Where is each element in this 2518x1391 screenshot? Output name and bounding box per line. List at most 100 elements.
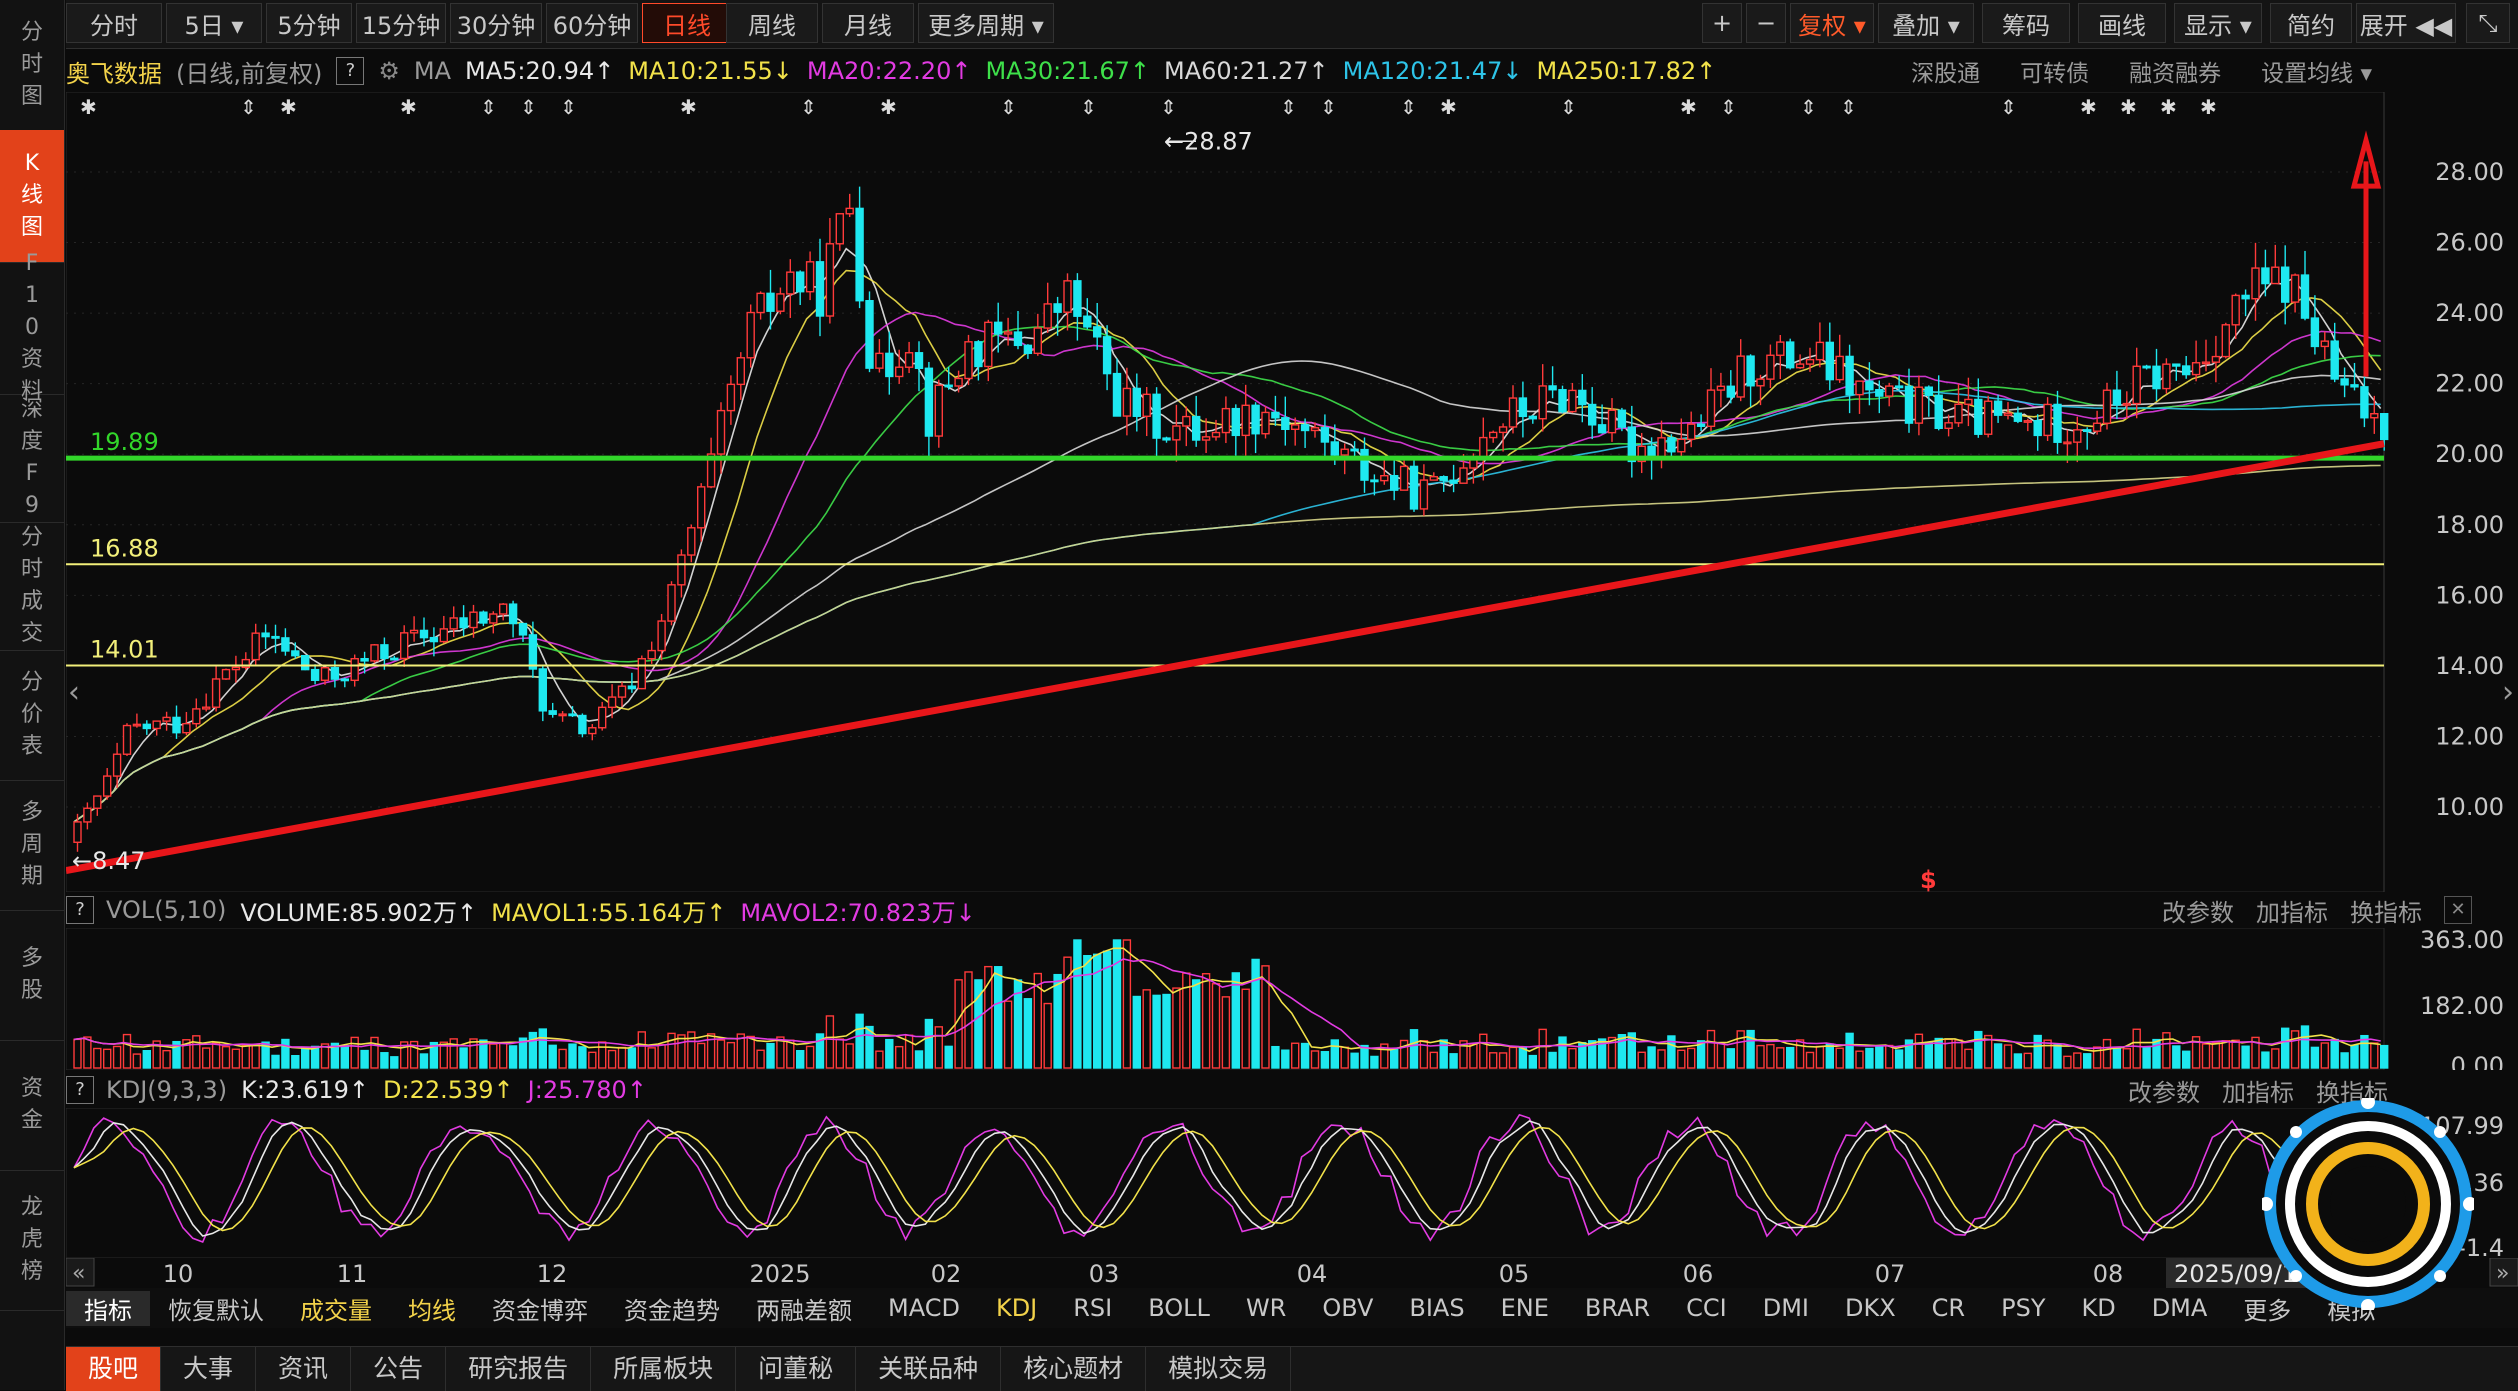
help-icon[interactable]: ? bbox=[336, 57, 365, 85]
indicator-tab-4[interactable]: 资金博弈 bbox=[474, 1291, 606, 1326]
indicator-tab-21[interactable]: KD bbox=[2063, 1294, 2133, 1322]
left-nav-item-3[interactable]: 深度F9 bbox=[0, 394, 64, 523]
price-chart[interactable]: 28.00 26.00 24.00 22.00 20.00 18.00 16.00 14.00… bbox=[66, 92, 2518, 892]
info-link-3[interactable]: 设置均线 ▾ bbox=[2261, 54, 2372, 88]
left-nav-item-9[interactable]: 龙虎榜 bbox=[0, 1170, 64, 1311]
indicator-tab-12[interactable]: OBV bbox=[1304, 1294, 1391, 1322]
candle-body bbox=[1370, 479, 1379, 483]
left-nav-item-6[interactable]: 多周期 bbox=[0, 780, 64, 911]
y-tick-label: 24.00 bbox=[2435, 299, 2504, 327]
indicator-tab-20[interactable]: PSY bbox=[1983, 1294, 2063, 1322]
x-tick-label: 03 bbox=[1089, 1260, 1120, 1288]
indicator-tab-1[interactable]: 恢复默认 bbox=[150, 1291, 282, 1326]
period-tab-8[interactable]: 月线 bbox=[822, 3, 914, 43]
toolbar-tool-8[interactable]: 展开 ◀◀ bbox=[2356, 3, 2456, 43]
indicator-tab-14[interactable]: ENE bbox=[1483, 1294, 1567, 1322]
bottom-tab-2[interactable]: 资讯 bbox=[256, 1347, 352, 1391]
volume-add-indicator[interactable]: 加指标 bbox=[2256, 893, 2328, 928]
period-tab-9[interactable]: 更多周期 ▾ bbox=[918, 3, 1054, 43]
indicator-tab-18[interactable]: DKX bbox=[1827, 1294, 1914, 1322]
indicator-tab-3[interactable]: 均线 bbox=[390, 1291, 474, 1326]
x-tick-label: 07 bbox=[1875, 1260, 1906, 1288]
indicator-tab-10[interactable]: BOLL bbox=[1130, 1294, 1228, 1322]
volume-bar bbox=[1409, 1029, 1419, 1069]
indicator-tab-17[interactable]: DMI bbox=[1745, 1294, 1827, 1322]
volume-change-param[interactable]: 改参数 bbox=[2162, 893, 2234, 928]
toolbar-tool-2[interactable]: 复权 ▾ bbox=[1790, 3, 1874, 43]
left-nav-item-0[interactable]: 分时图 bbox=[0, 0, 64, 131]
candle-body bbox=[1479, 436, 1488, 460]
indicator-tab-13[interactable]: BIAS bbox=[1391, 1294, 1482, 1322]
period-tab-7[interactable]: 周线 bbox=[726, 3, 818, 43]
info-link-1[interactable]: 可转债 bbox=[2020, 54, 2089, 88]
candle-body bbox=[2271, 266, 2280, 285]
volume-help-icon[interactable]: ? bbox=[66, 896, 94, 924]
left-nav-item-4[interactable]: 分时成交 bbox=[0, 522, 64, 651]
toolbar-tool-4[interactable]: 筹码 bbox=[1982, 3, 2070, 43]
close-icon[interactable]: ✕ bbox=[2444, 896, 2472, 924]
volume-bar bbox=[1439, 1039, 1448, 1069]
y-tick-label: 18.00 bbox=[2435, 511, 2504, 539]
toolbar-tool-1[interactable]: − bbox=[1746, 3, 1786, 43]
period-tab-6[interactable]: 日线 bbox=[642, 3, 732, 43]
toolbar-tool-5[interactable]: 画线 bbox=[2078, 3, 2166, 43]
period-tab-3[interactable]: 15分钟 bbox=[356, 3, 446, 43]
indicator-tab-11[interactable]: WR bbox=[1228, 1294, 1304, 1322]
fullscreen-icon[interactable]: ⤡ bbox=[2466, 3, 2510, 43]
left-nav-item-5[interactable]: 分价表 bbox=[0, 650, 64, 781]
toolbar-tool-7[interactable]: 简约 bbox=[2270, 3, 2352, 43]
bottom-tab-1[interactable]: 大事 bbox=[161, 1347, 257, 1391]
indicator-tab-19[interactable]: CR bbox=[1914, 1294, 1983, 1322]
bottom-tab-5[interactable]: 所属板块 bbox=[591, 1347, 737, 1391]
bottom-tab-0[interactable]: 股吧 bbox=[66, 1347, 162, 1391]
floating-assistant-widget[interactable] bbox=[2262, 1098, 2474, 1310]
period-tab-5[interactable]: 60分钟 bbox=[546, 3, 638, 43]
left-nav-label: 多股 bbox=[20, 946, 43, 1003]
bottom-tab-9[interactable]: 模拟交易 bbox=[1146, 1347, 1292, 1391]
toolbar-tool-0[interactable]: + bbox=[1702, 3, 1742, 43]
volume-bar bbox=[2073, 1052, 2082, 1069]
volume-chart[interactable]: 363.00 182.00 0.00 bbox=[66, 928, 2518, 1070]
bottom-tab-7[interactable]: 关联品种 bbox=[856, 1347, 1002, 1391]
volume-bar bbox=[1300, 1042, 1310, 1069]
bottom-tab-6[interactable]: 问董秘 bbox=[736, 1347, 857, 1391]
left-nav-item-7[interactable]: 多股 bbox=[0, 910, 64, 1041]
bottom-tab-8[interactable]: 核心题材 bbox=[1001, 1347, 1147, 1391]
bottom-tab-4[interactable]: 研究报告 bbox=[446, 1347, 592, 1391]
left-nav-item-8[interactable]: 资金 bbox=[0, 1040, 64, 1171]
kdj-help-icon[interactable]: ? bbox=[66, 1076, 94, 1104]
candle-body bbox=[1983, 400, 1993, 435]
indicator-tab-15[interactable]: BRAR bbox=[1567, 1294, 1668, 1322]
indicator-tab-6[interactable]: 两融差额 bbox=[738, 1291, 870, 1326]
toolbar-tool-6[interactable]: 显示 ▾ bbox=[2174, 3, 2262, 43]
period-tab-0[interactable]: 分时 bbox=[66, 3, 162, 43]
left-nav-item-1[interactable]: K线图 bbox=[0, 130, 64, 263]
toolbar-tool-3[interactable]: 叠加 ▾ bbox=[1878, 3, 1974, 43]
info-link-2[interactable]: 融资融券 bbox=[2129, 54, 2221, 88]
indicator-tab-2[interactable]: 成交量 bbox=[282, 1291, 390, 1326]
indicator-tab-22[interactable]: DMA bbox=[2134, 1294, 2226, 1322]
volume-bar bbox=[2023, 1052, 2033, 1069]
support-label-1: 16.88 bbox=[90, 534, 159, 562]
kdj-chart[interactable]: 107.9953.36-1.4 bbox=[66, 1108, 2518, 1258]
volume-switch-indicator[interactable]: 换指标 bbox=[2350, 893, 2422, 928]
indicator-tab-9[interactable]: RSI bbox=[1055, 1294, 1130, 1322]
y-tick-label: 10.00 bbox=[2435, 793, 2504, 821]
candle-body bbox=[1023, 344, 1033, 355]
period-tab-2[interactable]: 5分钟 bbox=[266, 3, 352, 43]
kdj-change-param[interactable]: 改参数 bbox=[2128, 1073, 2200, 1108]
candle-body bbox=[2003, 412, 2013, 416]
bottom-tab-3[interactable]: 公告 bbox=[351, 1347, 447, 1391]
indicator-tab-16[interactable]: CCI bbox=[1668, 1294, 1745, 1322]
gear-icon[interactable]: ⚙ bbox=[378, 57, 400, 85]
indicator-tab-7[interactable]: MACD bbox=[870, 1294, 978, 1322]
info-link-0[interactable]: 深股通 bbox=[1911, 54, 1980, 88]
indicator-tab-8[interactable]: KDJ bbox=[978, 1294, 1055, 1322]
period-tab-4[interactable]: 30分钟 bbox=[450, 3, 542, 43]
candle-body bbox=[2132, 365, 2141, 405]
indicator-tab-0[interactable]: 指标 bbox=[66, 1290, 150, 1326]
left-nav-item-2[interactable]: F10资料 bbox=[0, 251, 64, 404]
period-tab-1[interactable]: 5日 ▾ bbox=[166, 3, 262, 43]
volume-bar bbox=[766, 1042, 775, 1069]
indicator-tab-5[interactable]: 资金趋势 bbox=[606, 1291, 738, 1326]
